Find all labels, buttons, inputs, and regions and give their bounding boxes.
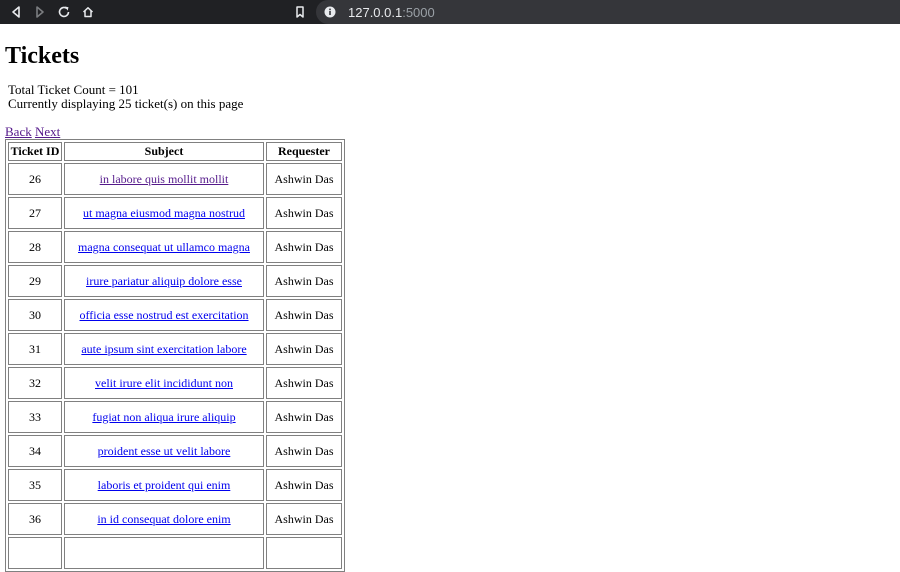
table-row: 32 velit irure elit incididunt non Ashwin … xyxy=(8,367,342,399)
subject-cell: fugiat non aliqua irure aliquip xyxy=(64,401,264,433)
ticket-id-cell: 27 xyxy=(8,197,62,229)
requester-cell: Ashwin Das xyxy=(266,469,342,501)
table-row: 29 irure pariatur aliquip dolore esse Ashw… xyxy=(8,265,342,297)
table-row: 26 in labore quis mollit mollit Ashwin Das xyxy=(8,163,342,195)
bookmark-icon[interactable] xyxy=(292,4,308,20)
ticket-id-cell: 32 xyxy=(8,367,62,399)
table-row: 34 proident esse ut velit labore Ashwin Da… xyxy=(8,435,342,467)
table-row: 28 magna consequat ut ullamco magna Ashwin… xyxy=(8,231,342,263)
ticket-id-cell: 33 xyxy=(8,401,62,433)
info-icon[interactable] xyxy=(324,6,336,18)
requester-cell: Ashwin Das xyxy=(266,503,342,535)
table-row: 30 officia esse nostrud est exercitation A… xyxy=(8,299,342,331)
ticket-id-cell xyxy=(8,537,62,569)
requester-cell xyxy=(266,537,342,569)
subject-cell: magna consequat ut ullamco magna xyxy=(64,231,264,263)
ticket-id-cell: 29 xyxy=(8,265,62,297)
requester-cell: Ashwin Das xyxy=(266,367,342,399)
subject-cell: officia esse nostrud est exercitation xyxy=(64,299,264,331)
url-port: :5000 xyxy=(402,4,435,20)
table-row: 33 fugiat non aliqua irure aliquip Ashwin … xyxy=(8,401,342,433)
table-row: 35 laboris et proident qui enim Ashwin Das xyxy=(8,469,342,501)
table-row: 27 ut magna eiusmod magna nostrud Ashwin D… xyxy=(8,197,342,229)
back-arrow-icon[interactable] xyxy=(8,4,24,20)
table-body: 26 in labore quis mollit mollit Ashwin Das… xyxy=(8,163,342,569)
subject-cell: proident esse ut velit labore xyxy=(64,435,264,467)
ticket-id-cell: 34 xyxy=(8,435,62,467)
table-header-row: Ticket ID Subject Requester xyxy=(8,142,342,161)
back-link[interactable]: Back xyxy=(5,124,32,139)
requester-cell: Ashwin Das xyxy=(266,299,342,331)
ticket-subject-link[interactable]: magna consequat ut ullamco magna xyxy=(78,240,250,254)
ticket-id-cell: 30 xyxy=(8,299,62,331)
requester-cell: Ashwin Das xyxy=(266,231,342,263)
ticket-id-cell: 26 xyxy=(8,163,62,195)
table-row: 31 aute ipsum sint exercitation labore Ash… xyxy=(8,333,342,365)
ticket-subject-link[interactable]: officia esse nostrud est exercitation xyxy=(79,308,248,322)
url-host: 127.0.0.1 xyxy=(348,4,403,20)
url-text: 127.0.0.1:5000 xyxy=(348,5,435,20)
ticket-subject-link[interactable]: fugiat non aliqua irure aliquip xyxy=(92,410,235,424)
requester-cell: Ashwin Das xyxy=(266,401,342,433)
header-subject: Subject xyxy=(64,142,264,161)
reload-icon[interactable] xyxy=(56,4,72,20)
total-count: Total Ticket Count = 101 xyxy=(8,82,139,97)
pagination: Back Next xyxy=(5,124,892,139)
header-ticket-id: Ticket ID xyxy=(8,142,62,161)
requester-cell: Ashwin Das xyxy=(266,265,342,297)
table-row xyxy=(8,537,342,569)
requester-cell: Ashwin Das xyxy=(266,197,342,229)
requester-cell: Ashwin Das xyxy=(266,435,342,467)
next-link[interactable]: Next xyxy=(35,124,60,139)
header-requester: Requester xyxy=(266,142,342,161)
ticket-subject-link[interactable]: irure pariatur aliquip dolore esse xyxy=(86,274,242,288)
ticket-subject-link[interactable]: laboris et proident qui enim xyxy=(98,478,231,492)
ticket-subject-link[interactable]: ut magna eiusmod magna nostrud xyxy=(83,206,245,220)
ticket-id-cell: 36 xyxy=(8,503,62,535)
home-icon[interactable] xyxy=(80,4,96,20)
page-content: Tickets Total Ticket Count = 101 Current… xyxy=(0,42,900,572)
forward-arrow-icon[interactable] xyxy=(32,4,48,20)
subject-cell: irure pariatur aliquip dolore esse xyxy=(64,265,264,297)
subject-cell: velit irure elit incididunt non xyxy=(64,367,264,399)
ticket-subject-link[interactable]: aute ipsum sint exercitation labore xyxy=(81,342,246,356)
ticket-subject-link[interactable]: in labore quis mollit mollit xyxy=(100,172,229,186)
subject-cell: in labore quis mollit mollit xyxy=(64,163,264,195)
subject-cell: in id consequat dolore enim xyxy=(64,503,264,535)
requester-cell: Ashwin Das xyxy=(266,163,342,195)
display-count: Currently displaying 25 ticket(s) on thi… xyxy=(8,96,244,111)
subject-cell: laboris et proident qui enim xyxy=(64,469,264,501)
tickets-table: Ticket ID Subject Requester 26 in labore … xyxy=(5,139,345,572)
requester-cell: Ashwin Das xyxy=(266,333,342,365)
ticket-id-cell: 31 xyxy=(8,333,62,365)
address-bar[interactable]: 127.0.0.1:5000 xyxy=(316,0,900,24)
ticket-subject-link[interactable]: proident esse ut velit labore xyxy=(98,444,231,458)
ticket-id-cell: 28 xyxy=(8,231,62,263)
subject-cell xyxy=(64,537,264,569)
subject-cell: aute ipsum sint exercitation labore xyxy=(64,333,264,365)
subject-cell: ut magna eiusmod magna nostrud xyxy=(64,197,264,229)
ticket-subject-link[interactable]: velit irure elit incididunt non xyxy=(95,376,233,390)
browser-toolbar: 127.0.0.1:5000 xyxy=(0,0,900,24)
table-row: 36 in id consequat dolore enim Ashwin Das xyxy=(8,503,342,535)
ticket-id-cell: 35 xyxy=(8,469,62,501)
page-title: Tickets xyxy=(5,43,80,69)
